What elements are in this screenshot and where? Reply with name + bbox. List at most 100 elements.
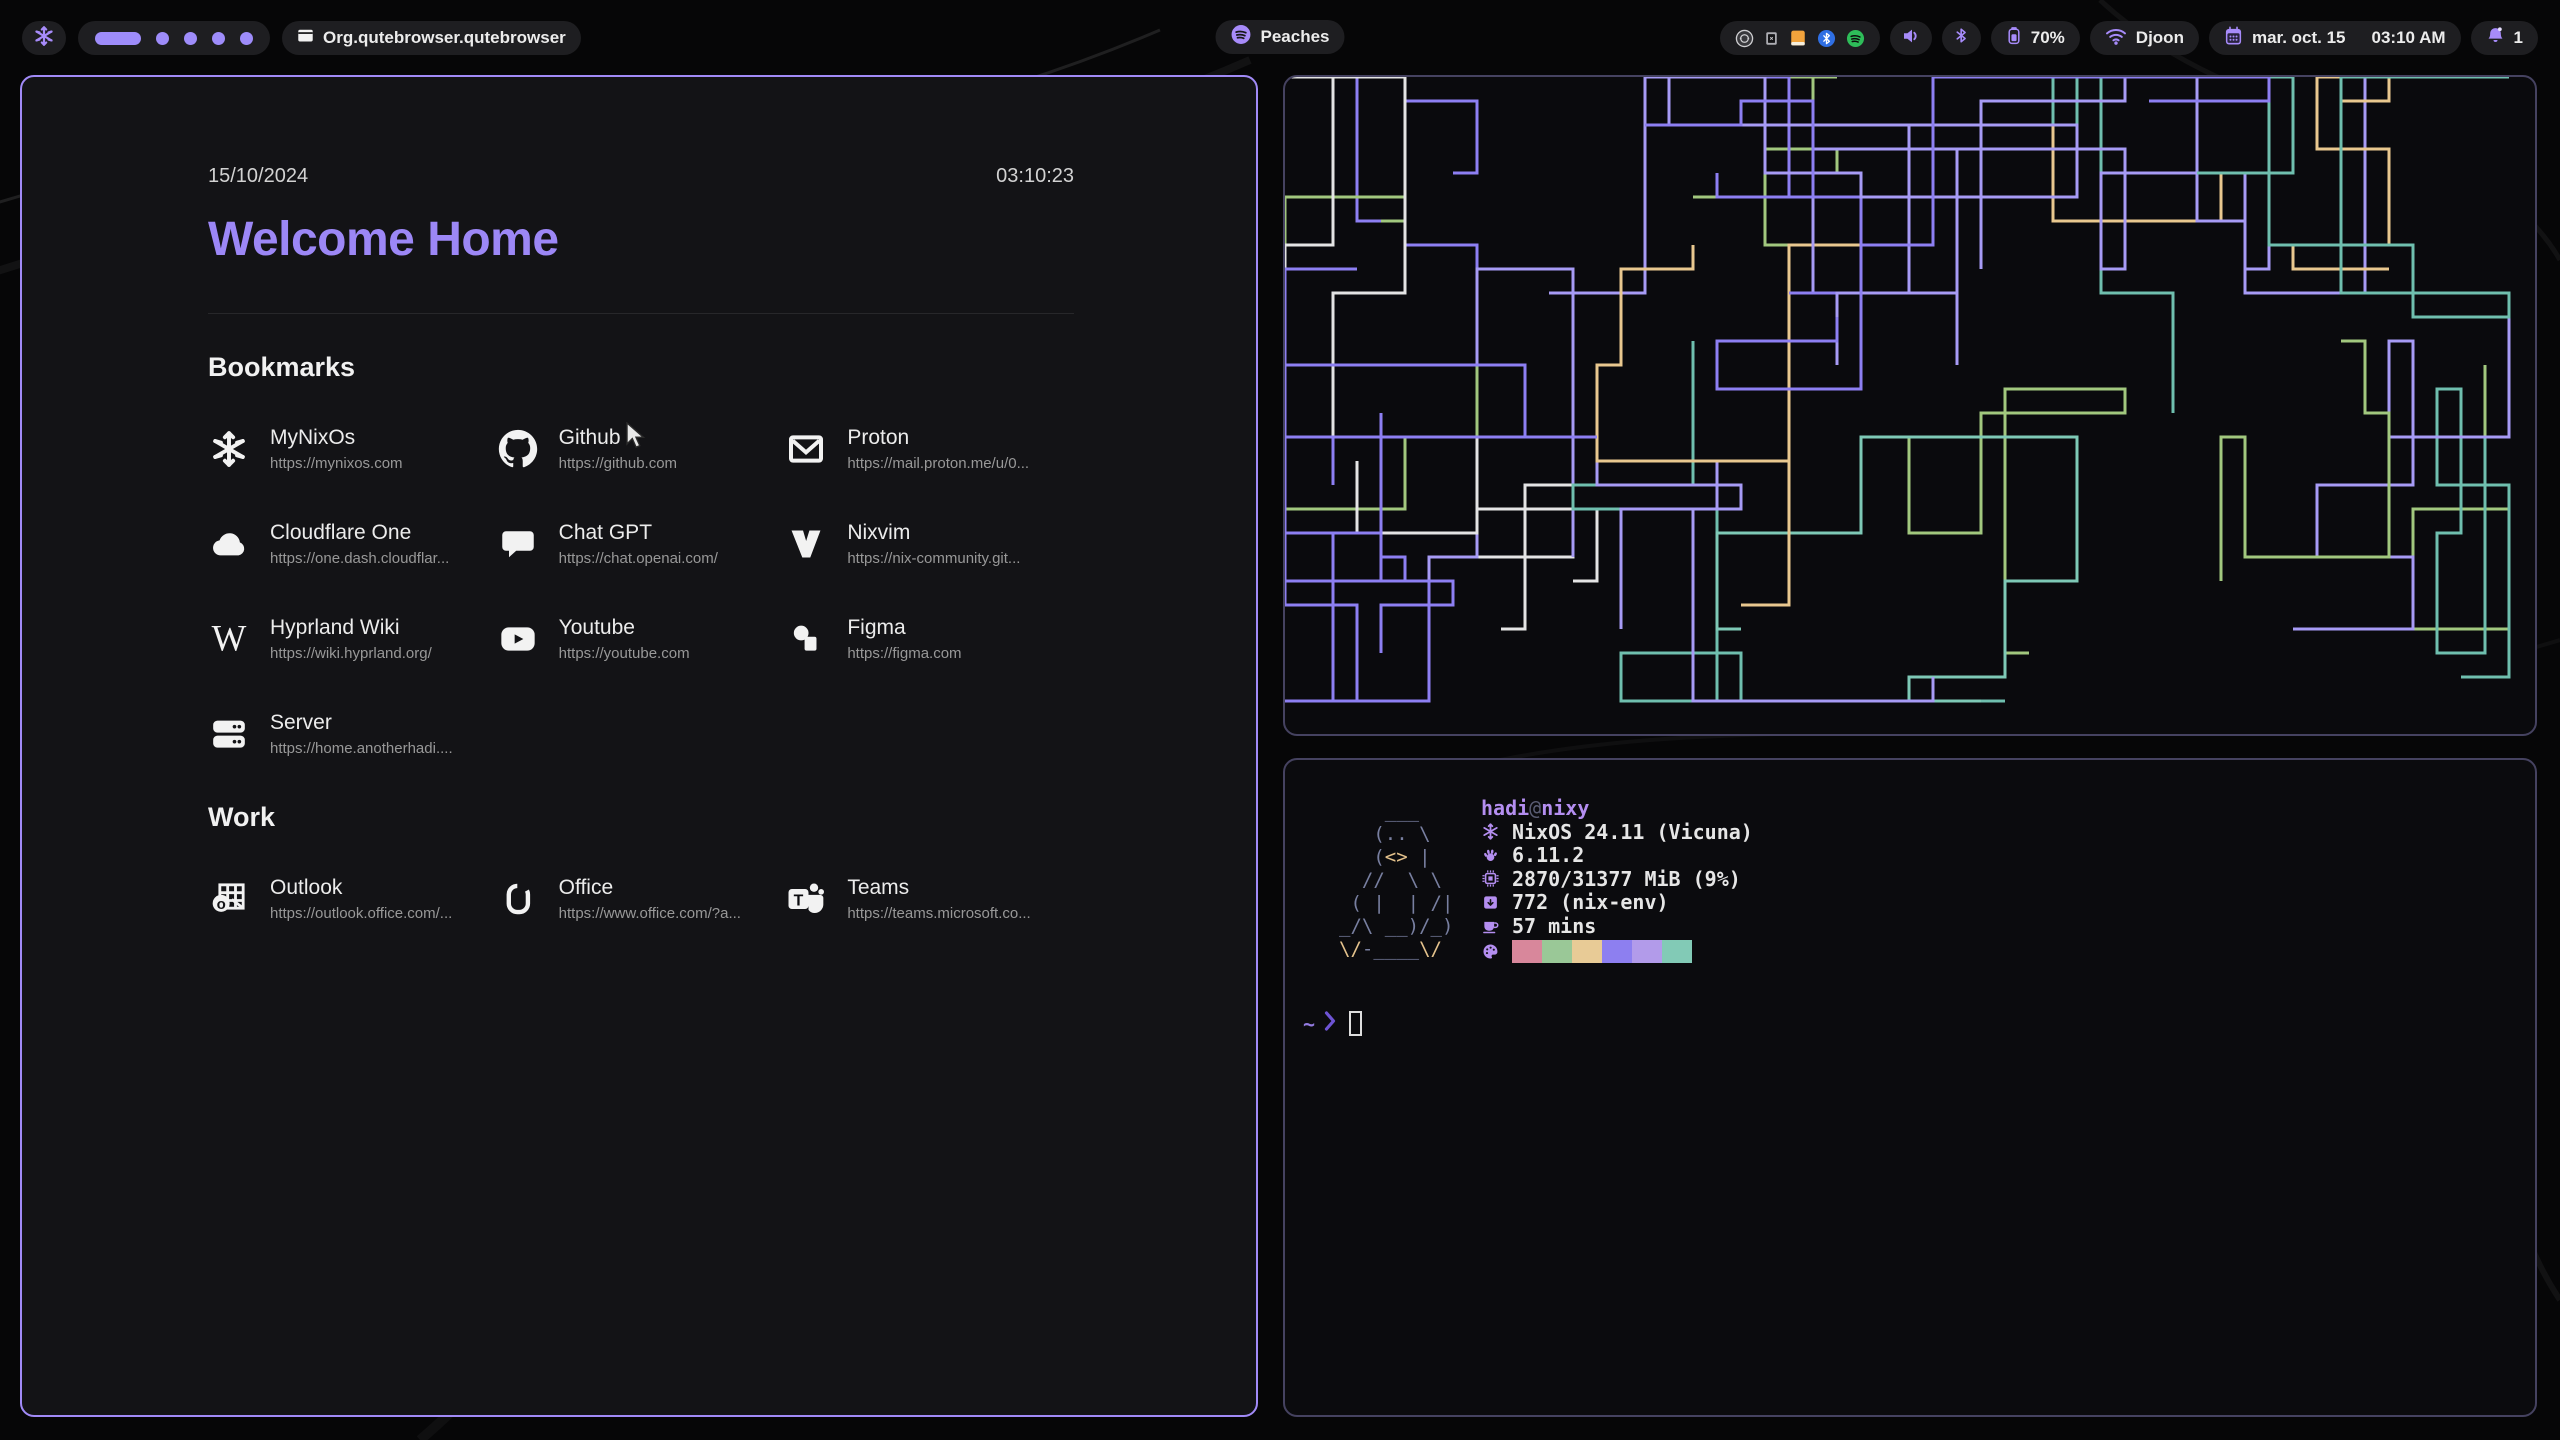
bell-icon [2486, 26, 2505, 50]
bookmark-text: Figmahttps://figma.com [847, 616, 961, 662]
qutebrowser-window[interactable]: 15/10/2024 03:10:23 Welcome Home Bookmar… [20, 75, 1258, 1417]
bookmark-url: https://mail.proton.me/u/0... [847, 455, 1029, 472]
bookmark-url: https://www.office.com/?a... [559, 905, 741, 922]
bookmark-url: https://teams.microsoft.co... [847, 905, 1030, 922]
date-time-row: 15/10/2024 03:10:23 [208, 165, 1074, 188]
bookmark-url: https://home.anotherhadi.... [270, 740, 453, 757]
active-window-pill[interactable]: Org.qutebrowser.qutebrowser [282, 21, 581, 55]
battery-widget[interactable]: 70% [1991, 21, 2080, 55]
bookmark-url: https://chat.openai.com/ [559, 550, 718, 567]
palette-line [1481, 940, 1753, 963]
bookmark-url: https://wiki.hyprland.org/ [270, 645, 432, 662]
workspaces[interactable] [78, 21, 270, 55]
workspace-indicator-3[interactable] [184, 32, 197, 45]
bookmark-outlook[interactable]: oOutlookhttps://outlook.office.com/... [208, 869, 497, 929]
bookmark-url: https://mynixos.com [270, 455, 403, 472]
tray-spotify-icon[interactable] [1846, 29, 1865, 48]
bookmark-server[interactable]: Serverhttps://home.anotherhadi.... [208, 704, 497, 764]
nixos-logo [33, 25, 55, 52]
divider [208, 313, 1074, 314]
desktop: Org.qutebrowser.qutebrowser Peaches 70% [0, 0, 2560, 1440]
workspace-indicator-4[interactable] [212, 32, 225, 45]
palette-icon [1481, 943, 1499, 960]
bookmark-text: Cloudflare Onehttps://one.dash.cloudflar… [270, 521, 449, 567]
prompt-path: ~ [1303, 1012, 1315, 1036]
clock-widget[interactable]: mar. oct. 15 03:10 AM [2209, 21, 2461, 55]
chat-icon [497, 523, 539, 565]
palette-swatch [1632, 940, 1662, 963]
start-page: 15/10/2024 03:10:23 Welcome Home Bookmar… [22, 77, 1256, 929]
chevron-right-icon [1324, 1010, 1336, 1037]
system-tray[interactable] [1720, 21, 1880, 55]
fetch-value: 2870/31377 MiB (9%) [1512, 867, 1741, 891]
user-host-line: hadi@nixy [1481, 796, 1753, 820]
bookmark-grid: MyNixOshttps://mynixos.com Githubhttps://… [208, 419, 1074, 764]
volume-button[interactable] [1890, 21, 1932, 55]
palette-swatch [1662, 940, 1692, 963]
notifications-widget[interactable]: 1 [2471, 21, 2538, 55]
svg-text:T: T [794, 893, 804, 910]
bookmark-url: https://figma.com [847, 645, 961, 662]
fetch-host: nixy [1541, 796, 1589, 820]
media-widget[interactable]: Peaches [1216, 20, 1345, 54]
volume-icon [1901, 26, 1921, 51]
bookmark-figma[interactable]: Figmahttps://figma.com [785, 609, 1074, 669]
teams-icon: T [785, 878, 827, 920]
tray-disc-icon[interactable] [1735, 29, 1754, 48]
page-title: Welcome Home [208, 212, 1074, 267]
shell-prompt[interactable]: ~ [1303, 1010, 1362, 1037]
calendar-icon [2224, 26, 2243, 51]
fetch-terminal-window[interactable]: ___ (.. \ (<> | // \ \ ( | | /| _/\ __)/… [1283, 758, 2537, 1417]
network-widget[interactable]: Djoon [2090, 21, 2199, 55]
bookmark-title: Chat GPT [559, 521, 718, 545]
bookmark-nixvim[interactable]: Nixvimhttps://nix-community.git... [785, 514, 1074, 574]
fetch-info: hadi@nixy NixOS 24.11 (Vicuna)6.11.22870… [1481, 796, 1753, 963]
tray-notes-icon[interactable] [1789, 29, 1807, 47]
bookmark-title: Outlook [270, 876, 452, 900]
bookmark-teams[interactable]: T Teamshttps://teams.microsoft.co... [785, 869, 1074, 929]
workspace-indicator-2[interactable] [156, 32, 169, 45]
palette-swatch [1512, 940, 1542, 963]
section-heading: Bookmarks [208, 352, 1074, 383]
office-icon [497, 878, 539, 920]
workspace-indicator-1[interactable] [95, 32, 141, 45]
bluetooth-button[interactable] [1942, 21, 1981, 55]
wifi-icon [2105, 27, 2127, 50]
nixos-menu-button[interactable] [22, 21, 66, 55]
workspace-indicator-5[interactable] [240, 32, 253, 45]
battery-percent: 70% [2031, 28, 2065, 48]
pipes-terminal-window[interactable] [1283, 75, 2537, 736]
bookmark-text: Teamshttps://teams.microsoft.co... [847, 876, 1030, 922]
bookmark-text: Hyprland Wiki https://wiki.hyprland.org/ [270, 616, 432, 662]
fetch-value: 57 mins [1512, 914, 1596, 938]
fetch-value: 6.11.2 [1512, 843, 1584, 867]
tray-bluetooth-icon[interactable] [1817, 29, 1836, 48]
bookmark-title: Hyprland Wiki [270, 616, 432, 640]
bookmark-text: Office https://www.office.com/?a... [559, 876, 741, 922]
tux-ascii-art: ___ (.. \ (<> | // \ \ ( | | /| _/\ __)/… [1339, 800, 1453, 961]
wiki-icon: W [208, 618, 250, 660]
outlook-icon: o [208, 878, 250, 920]
top-bar: Org.qutebrowser.qutebrowser Peaches 70% [22, 20, 2538, 56]
bookmark-youtube[interactable]: Youtubehttps://youtube.com [497, 609, 786, 669]
bookmark-cloudflare-one[interactable]: Cloudflare Onehttps://one.dash.cloudflar… [208, 514, 497, 574]
media-title: Peaches [1261, 27, 1330, 47]
cloud-icon [208, 523, 250, 565]
bookmark-proton[interactable]: Proton https://mail.proton.me/u/0... [785, 419, 1074, 479]
figma-icon [785, 618, 827, 660]
memory-icon [1481, 870, 1499, 887]
bookmark-mynixos[interactable]: MyNixOshttps://mynixos.com [208, 419, 497, 479]
bookmark-title: Proton [847, 426, 1029, 450]
bookmark-text: Nixvimhttps://nix-community.git... [847, 521, 1020, 567]
bookmark-chat-gpt[interactable]: Chat GPT https://chat.openai.com/ [497, 514, 786, 574]
bookmark-office[interactable]: Office https://www.office.com/?a... [497, 869, 786, 929]
bookmark-title: Office [559, 876, 741, 900]
nixos-icon [1481, 823, 1499, 840]
fetch-row: 772 (nix-env) [1481, 891, 1753, 915]
media-player-icon [1231, 24, 1252, 50]
bookmark-text: Githubhttps://github.com [559, 426, 677, 472]
bookmark-title: Cloudflare One [270, 521, 449, 545]
tray-device-icon[interactable] [1764, 30, 1779, 47]
terminal-cursor [1349, 1011, 1362, 1036]
bookmark-hyprland-wiki[interactable]: W Hyprland Wiki https://wiki.hyprland.org/ [208, 609, 497, 669]
